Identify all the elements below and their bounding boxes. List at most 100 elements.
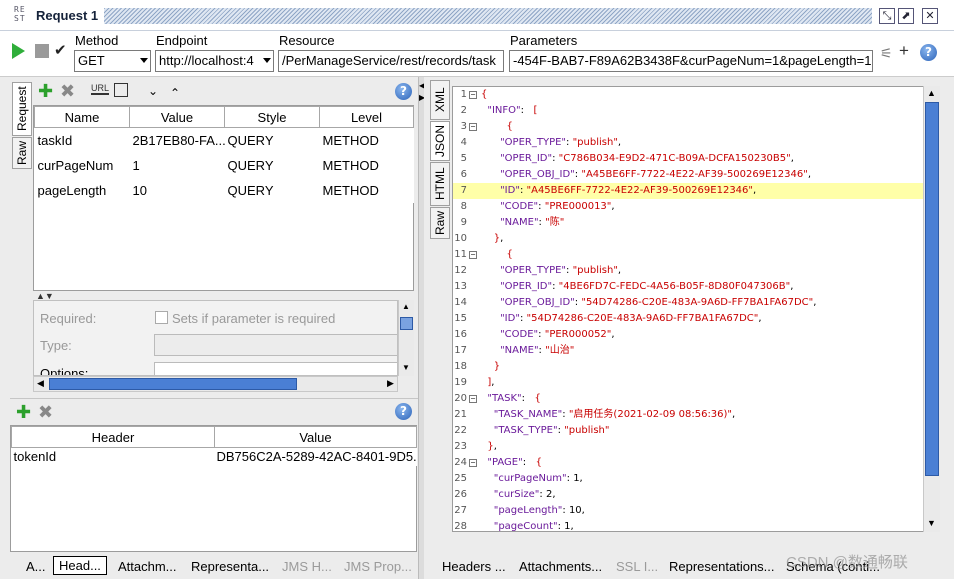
table-row[interactable]: taskId 2B17EB80-FA... QUERY METHOD <box>35 128 414 153</box>
resource-input[interactable]: /PerManageService/rest/records/task <box>278 50 504 72</box>
table-row[interactable]: curPageNum 1 QUERY METHOD <box>35 153 414 178</box>
restore-icon[interactable]: ⤡ <box>879 8 895 24</box>
type-field[interactable] <box>154 334 397 356</box>
param-style-cell[interactable]: QUERY <box>225 128 320 153</box>
stop-icon[interactable] <box>35 44 49 58</box>
code-line: 28 "pageCount": 1, <box>453 519 923 531</box>
column-header[interactable]: Header <box>11 426 215 448</box>
json-vertical-scrollbar[interactable]: ▲ ▼ <box>923 86 940 532</box>
code-text: "OPER_OBJ_ID": "A45BE6FF-7722-4E22-AF39-… <box>500 169 812 180</box>
tab-response-attachments[interactable]: Attachments... <box>519 559 602 574</box>
line-number: 25 <box>454 473 467 484</box>
options-field[interactable] <box>154 362 397 375</box>
delete-icon[interactable]: ✖ <box>60 82 75 100</box>
table-row[interactable]: tokenId DB756C2A-5289-42AC-8401-9D5... <box>12 448 417 466</box>
fold-toggle-icon[interactable]: − <box>469 91 477 99</box>
header-value-cell[interactable]: DB756C2A-5289-42AC-8401-9D5... <box>215 448 417 466</box>
tab-jms-headers[interactable]: JMS H... <box>282 559 332 574</box>
detach-icon[interactable]: ⬈ <box>898 8 914 24</box>
line-number: 6 <box>460 169 467 180</box>
param-value-cell[interactable]: 10 <box>130 178 225 203</box>
fold-toggle-icon[interactable]: − <box>469 251 477 259</box>
tab-jms-properties[interactable]: JMS Prop... <box>344 559 412 574</box>
tab-ssl-info[interactable]: SSL I... <box>616 559 658 574</box>
column-header[interactable]: Value <box>129 106 225 128</box>
code-text: }, <box>493 233 504 244</box>
auth-check-icon[interactable]: ✔ <box>54 41 67 59</box>
method-select[interactable]: GET <box>74 50 151 72</box>
tab-xml[interactable]: XML <box>430 80 450 120</box>
close-icon[interactable]: ✕ <box>922 8 938 24</box>
run-icon[interactable] <box>12 43 25 59</box>
param-level-cell[interactable]: METHOD <box>320 153 414 178</box>
scrollbar-thumb[interactable] <box>49 378 297 390</box>
code-text: "OPER_ID": "C786B034-E9D2-471C-B09A-DCFA… <box>500 153 794 164</box>
param-name-cell[interactable]: pageLength <box>35 178 130 203</box>
column-header[interactable]: Value <box>214 426 417 448</box>
scroll-up-icon[interactable]: ▲ <box>927 88 936 98</box>
code-text: "curPageNum": 1, <box>493 473 583 484</box>
fold-toggle-icon[interactable]: − <box>469 395 477 403</box>
param-style-cell[interactable]: QUERY <box>225 153 320 178</box>
tab-json[interactable]: JSON <box>430 121 450 161</box>
param-value-cell[interactable]: 1 <box>130 153 225 178</box>
add-icon[interactable]: ✚ <box>38 82 53 100</box>
column-header[interactable]: Name <box>34 106 130 128</box>
move-up-icon[interactable]: ⌃ <box>170 86 180 100</box>
json-response-editor[interactable]: 1−{2 "INFO": [3− {4 "OPER_TYPE": "publis… <box>452 86 940 532</box>
tab-html[interactable]: HTML <box>430 162 450 206</box>
column-header[interactable]: Level <box>319 106 414 128</box>
scroll-right-icon[interactable]: ▶ <box>387 378 394 389</box>
tab-response-representations[interactable]: Representations... <box>669 559 775 574</box>
help-icon[interactable]: ? <box>920 44 937 61</box>
endpoint-select[interactable]: http://localhost:4 <box>155 50 274 72</box>
header-name-cell[interactable]: tokenId <box>12 448 215 466</box>
help-icon[interactable]: ? <box>395 83 412 100</box>
headers-header-row: Header Value <box>11 426 417 448</box>
required-checkbox[interactable] <box>155 311 168 324</box>
tab-attachments[interactable]: Attachm... <box>118 559 177 574</box>
tab-request[interactable]: Request <box>12 82 32 136</box>
add-header-icon[interactable]: ✚ <box>16 403 31 421</box>
param-level-cell[interactable]: METHOD <box>320 178 414 203</box>
scroll-left-icon[interactable]: ◀ <box>37 378 44 389</box>
move-down-icon[interactable]: ⌄ <box>148 84 158 98</box>
line-number: 17 <box>454 345 467 356</box>
detail-horizontal-scrollbar[interactable]: ◀ ▶ <box>33 376 398 392</box>
line-number: 10 <box>454 233 467 244</box>
param-level-cell[interactable]: METHOD <box>320 128 414 153</box>
expand-icon[interactable] <box>114 83 128 97</box>
fold-toggle-icon[interactable]: − <box>469 123 477 131</box>
table-row[interactable]: pageLength 10 QUERY METHOD <box>35 178 414 203</box>
scroll-down-icon[interactable]: ▼ <box>927 518 936 528</box>
scroll-up-icon[interactable]: ▲ <box>402 302 410 311</box>
tab-raw-response[interactable]: Raw <box>430 207 450 239</box>
code-line: 10 }, <box>453 231 923 247</box>
tab-response-headers[interactable]: Headers ... <box>442 559 506 574</box>
tab-representations[interactable]: Representa... <box>191 559 269 574</box>
param-name-cell[interactable]: taskId <box>35 128 130 153</box>
scroll-down-icon[interactable]: ▼ <box>402 363 410 372</box>
column-header[interactable]: Style <box>224 106 320 128</box>
param-value-cell[interactable]: 2B17EB80-FA... <box>130 128 225 153</box>
fold-toggle-icon[interactable]: − <box>469 459 477 467</box>
param-edit-icon[interactable]: ⚟ <box>880 45 893 62</box>
parameters-input[interactable]: -454F-BAB7-F89A62B3438F&curPageNum=1&pag… <box>509 50 873 72</box>
param-name-cell[interactable]: curPageNum <box>35 153 130 178</box>
tab-auth[interactable]: A... <box>26 559 46 574</box>
tab-headers[interactable]: Head... <box>53 556 107 575</box>
code-line: 16 "CODE": "PER000052", <box>453 327 923 343</box>
title-drag-area[interactable] <box>104 8 872 24</box>
code-text: "TASK": { <box>487 393 541 404</box>
line-number: 16 <box>454 329 467 340</box>
detail-vertical-scrollbar[interactable]: ▲ ▼ <box>398 300 414 376</box>
scrollbar-thumb[interactable] <box>925 102 939 476</box>
delete-header-icon[interactable]: ✖ <box>38 403 53 421</box>
tab-raw-request[interactable]: Raw <box>12 137 32 169</box>
help-icon[interactable]: ? <box>395 403 412 420</box>
code-line: 12 "OPER_TYPE": "publish", <box>453 263 923 279</box>
scrollbar-thumb[interactable] <box>400 317 413 330</box>
add-param-icon[interactable]: + <box>899 41 909 61</box>
param-style-cell[interactable]: QUERY <box>225 178 320 203</box>
url-param-icon[interactable]: URL <box>91 83 110 95</box>
